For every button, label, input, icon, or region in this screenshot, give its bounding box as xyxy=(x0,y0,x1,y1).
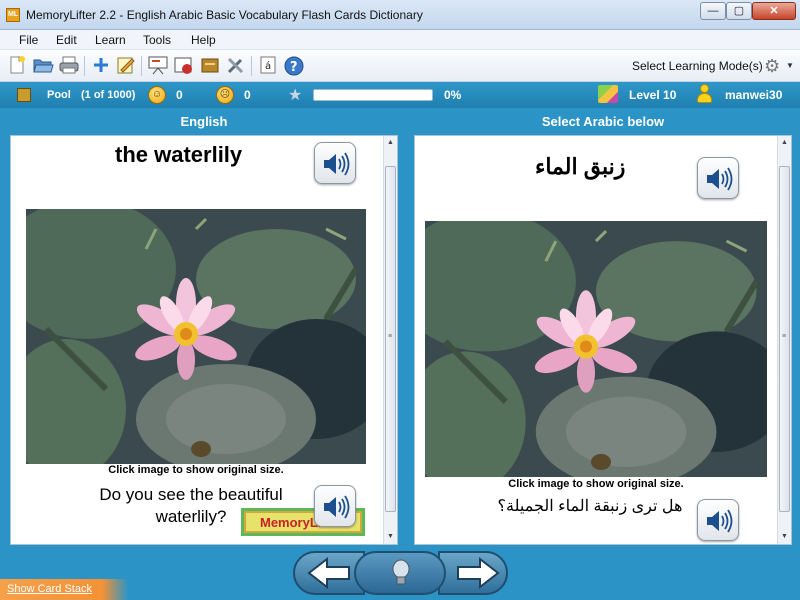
toolbar-separator xyxy=(84,56,85,76)
scroll-up-icon[interactable]: ▲ xyxy=(778,136,791,150)
chevron-down-icon[interactable]: ▼ xyxy=(786,61,794,70)
add-card-icon[interactable] xyxy=(90,55,112,77)
learning-mode-label[interactable]: Select Learning Mode(s) xyxy=(632,59,763,73)
level-icon xyxy=(598,85,618,103)
help-icon[interactable]: ? xyxy=(283,55,305,77)
question-audio-button[interactable] xyxy=(314,142,356,184)
pool-count: (1 of 1000) xyxy=(81,89,136,101)
tools-icon[interactable] xyxy=(225,55,247,77)
smile-icon: ☺ xyxy=(148,86,166,104)
char-map-icon[interactable]: á xyxy=(257,55,279,77)
scroll-down-icon[interactable]: ▼ xyxy=(384,530,397,544)
smile-count: 0 xyxy=(176,88,183,102)
pool-label: Pool xyxy=(47,89,71,101)
show-card-stack-link[interactable]: Show Card Stack xyxy=(7,583,92,595)
print-icon[interactable] xyxy=(58,55,80,77)
window-title: MemoryLifter 2.2 - English Arabic Basic … xyxy=(26,8,423,22)
title-bar: ML MemoryLifter 2.2 - English Arabic Bas… xyxy=(0,0,800,30)
speaker-icon xyxy=(707,509,733,533)
app-icon: ML xyxy=(6,8,20,22)
answer-scrollbar[interactable]: ▲ ≡ ▼ xyxy=(777,136,791,544)
waterlily-image[interactable] xyxy=(425,221,767,477)
statistics-icon[interactable] xyxy=(173,55,195,77)
progress-bar xyxy=(313,89,433,101)
svg-text:?: ? xyxy=(290,60,298,75)
toolbar-separator xyxy=(251,56,252,76)
speaker-icon xyxy=(324,495,350,519)
menu-file[interactable]: File xyxy=(19,33,38,47)
toolbar: á ? Select Learning Mode(s) ⚙ ▼ xyxy=(0,50,800,82)
menu-learn[interactable]: Learn xyxy=(95,33,126,47)
open-folder-icon[interactable] xyxy=(32,55,54,77)
svg-text:á: á xyxy=(265,60,271,72)
next-card-button[interactable] xyxy=(438,551,508,595)
toolbar-separator xyxy=(141,56,142,76)
star-icon: ★ xyxy=(288,87,303,104)
question-image-caption: Click image to show original size. xyxy=(108,464,284,476)
user-name: manwei30 xyxy=(725,88,783,102)
edit-card-icon[interactable] xyxy=(115,55,137,77)
user-icon xyxy=(696,84,712,104)
lightbulb-icon xyxy=(392,559,410,585)
scroll-thumb[interactable]: ≡ xyxy=(779,166,790,512)
arrow-left-icon xyxy=(307,556,350,590)
close-button[interactable]: ✕ xyxy=(752,2,796,20)
answer-image-caption: Click image to show original size. xyxy=(508,478,684,490)
menu-tools[interactable]: Tools xyxy=(143,33,171,47)
pool-icon xyxy=(17,88,31,102)
answer-card: زنبق الماء Click image to show original … xyxy=(414,135,792,545)
minimize-button[interactable]: — xyxy=(700,2,726,20)
question-card: the waterlily Click image to show origin… xyxy=(10,135,398,545)
answer-audio-button[interactable] xyxy=(697,157,739,199)
waterlily-image[interactable] xyxy=(26,209,366,464)
maximize-button[interactable]: ▢ xyxy=(726,2,752,20)
scroll-thumb[interactable]: ≡ xyxy=(385,166,396,512)
speaker-icon xyxy=(324,152,350,176)
neutral-count: 0 xyxy=(244,88,251,102)
answer-example-sentence: هل ترى زنبقة الماء الجميلة؟ xyxy=(497,498,683,515)
presentation-icon[interactable] xyxy=(147,55,169,77)
question-scrollbar[interactable]: ▲ ≡ ▼ xyxy=(383,136,397,544)
arrow-right-icon xyxy=(457,556,500,590)
hint-button[interactable] xyxy=(354,551,446,595)
neutral-face-icon: ☹ xyxy=(216,86,234,104)
card-box-icon[interactable] xyxy=(199,55,221,77)
menu-edit[interactable]: Edit xyxy=(56,33,77,47)
level-label: Level 10 xyxy=(629,88,677,102)
answer-column-header: Select Arabic below xyxy=(541,114,665,129)
question-sentence-audio-button[interactable] xyxy=(314,485,356,527)
new-file-icon[interactable] xyxy=(6,55,28,77)
learning-mode-gear-icon[interactable]: ⚙ xyxy=(764,56,780,77)
menu-bar: File Edit Learn Tools Help xyxy=(0,30,800,50)
menu-help[interactable]: Help xyxy=(191,33,216,47)
question-word: the waterlily xyxy=(115,142,243,167)
scroll-down-icon[interactable]: ▼ xyxy=(778,530,791,544)
answer-sentence-audio-button[interactable] xyxy=(697,499,739,541)
progress-text: 0% xyxy=(444,88,462,102)
question-column-header: English xyxy=(180,114,228,129)
scroll-up-icon[interactable]: ▲ xyxy=(384,136,397,150)
answer-word: زنبق الماء xyxy=(535,154,626,179)
speaker-icon xyxy=(707,167,733,191)
